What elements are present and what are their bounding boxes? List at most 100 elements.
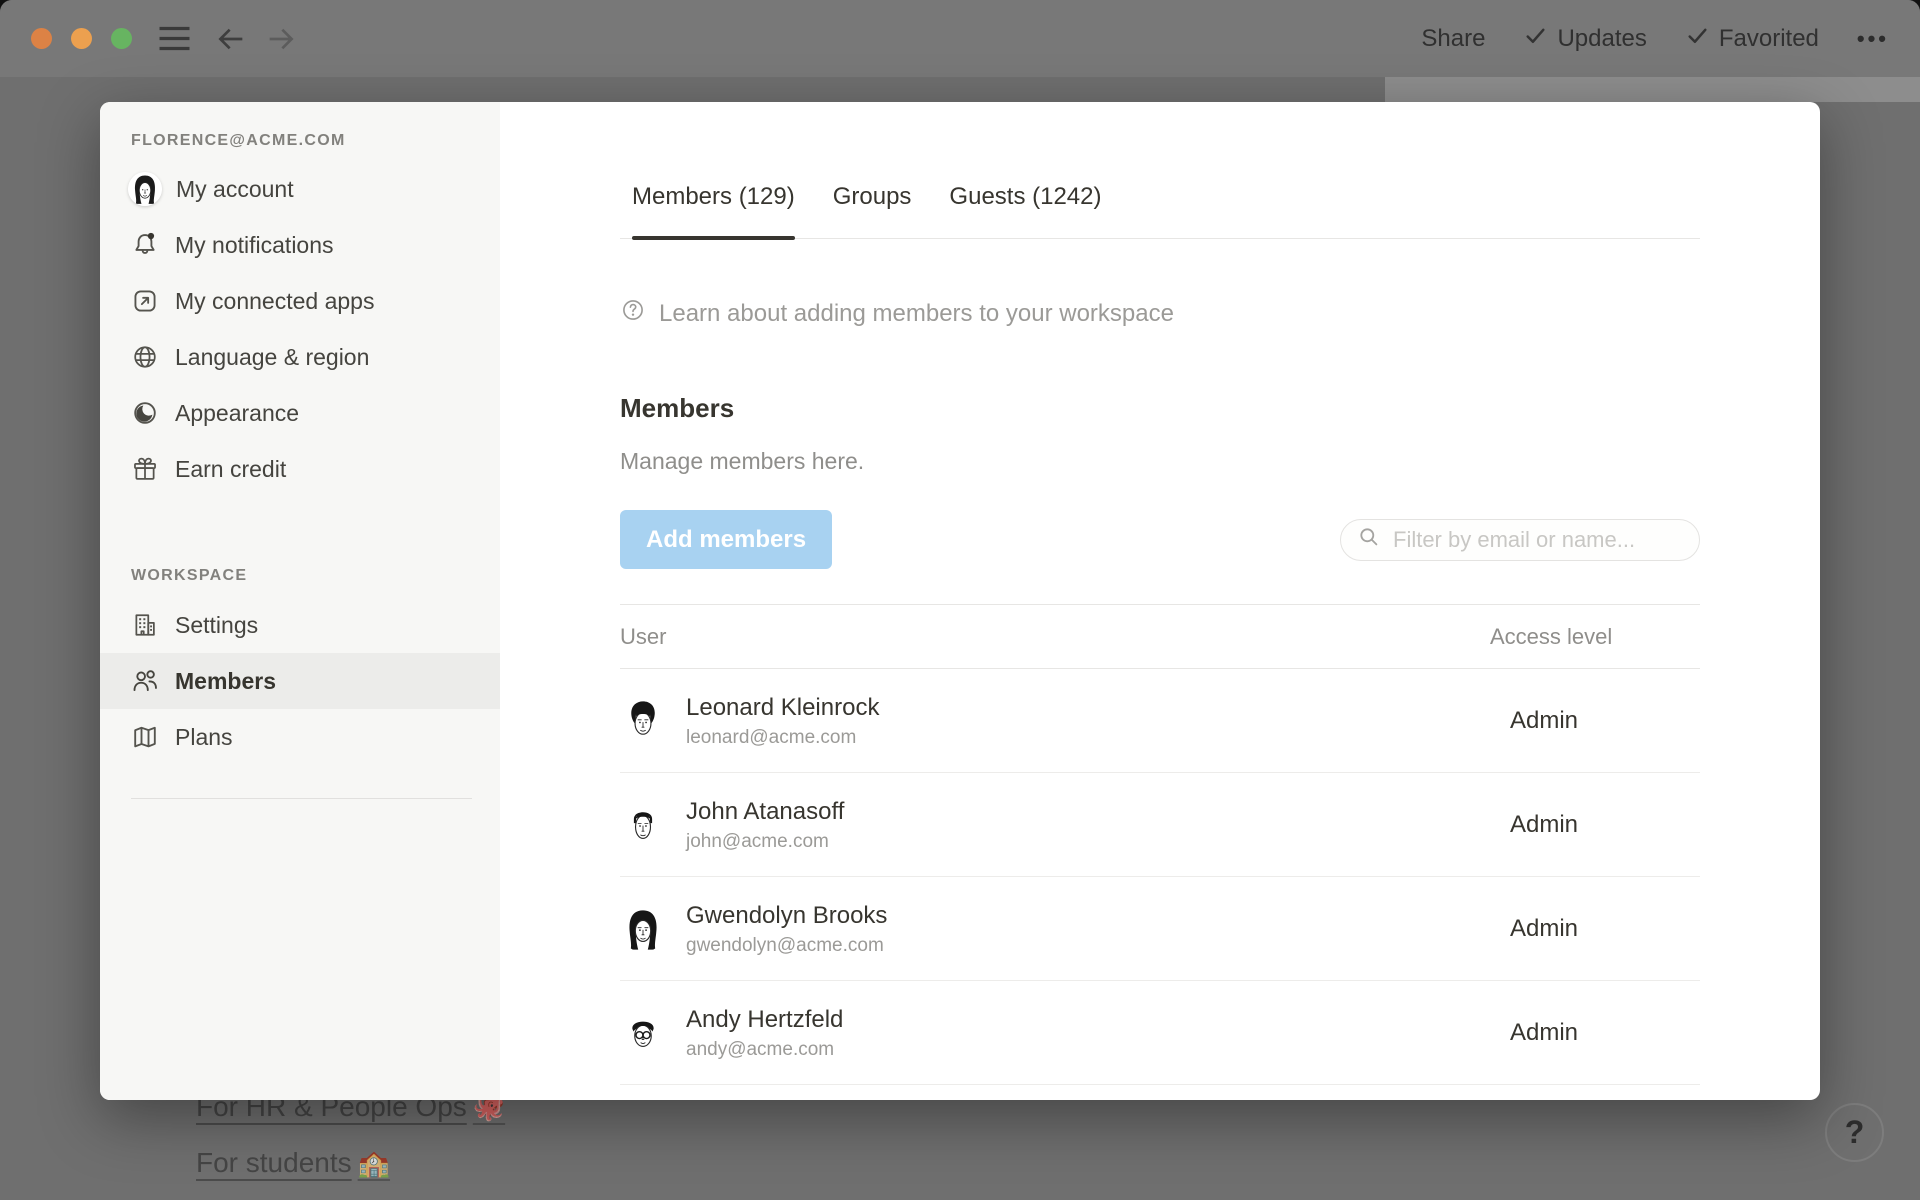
titlebar-actions: Share Updates Favorited •••: [1421, 23, 1889, 55]
access-level-dropdown[interactable]: Admin: [1490, 811, 1700, 839]
user-email: andy@acme.com: [686, 1039, 843, 1061]
user-cell: John Atanasoff john@acme.com: [620, 797, 1490, 853]
bell-icon: [131, 231, 159, 259]
user-info: Andy Hertzfeld andy@acme.com: [686, 1005, 843, 1061]
updates-label: Updates: [1557, 25, 1646, 53]
check-icon: [1523, 23, 1548, 55]
account-section: My account My notifications: [100, 161, 500, 497]
sidebar-item-label: Members: [175, 668, 276, 695]
sidebar-item-label: Plans: [175, 724, 233, 751]
sidebar-item-language-region[interactable]: Language & region: [100, 329, 500, 385]
sidebar-divider: [131, 798, 472, 799]
check-icon: [1685, 23, 1710, 55]
user-cell: Andy Hertzfeld andy@acme.com: [620, 1005, 1490, 1061]
moon-icon: [131, 399, 159, 427]
share-label: Share: [1421, 25, 1485, 53]
avatar: [620, 1010, 666, 1056]
favorited-button[interactable]: Favorited: [1685, 23, 1819, 55]
user-cell: Leonard Kleinrock leonard@acme.com: [620, 693, 1490, 749]
school-emoji: 🏫: [358, 1148, 390, 1178]
back-icon[interactable]: [215, 23, 247, 55]
app-window: Share Updates Favorited ••• For HR & Peo…: [0, 0, 1920, 1200]
dimmed-backdrop: For HR & People Ops🐙 For students🏫 ? FLO…: [0, 77, 1920, 1200]
access-level-dropdown[interactable]: Admin: [1490, 707, 1700, 735]
sidebar-item-label: My account: [176, 176, 294, 203]
members-actions-row: Add members: [620, 510, 1700, 569]
page-background-strip: [1385, 77, 1920, 102]
column-header-access-level: Access level: [1490, 624, 1700, 650]
search-icon: [1357, 525, 1381, 554]
close-window-button[interactable]: [31, 28, 52, 49]
access-level-dropdown[interactable]: Admin: [1490, 915, 1700, 943]
question-circle-icon: [620, 297, 646, 330]
learn-link-label: Learn about adding members to your works…: [659, 300, 1174, 328]
avatar: [620, 698, 666, 744]
sidebar-item-my-connected-apps[interactable]: My connected apps: [100, 273, 500, 329]
favorited-label: Favorited: [1719, 25, 1819, 53]
table-row[interactable]: Andy Hertzfeld andy@acme.com Admin: [620, 981, 1700, 1085]
table-row[interactable]: Gwendolyn Brooks gwendolyn@acme.com Admi…: [620, 877, 1700, 981]
members-tabs: Members (129) Groups Guests (1242): [620, 182, 1700, 239]
link-for-students[interactable]: For students🏫: [196, 1147, 505, 1179]
updates-button[interactable]: Updates: [1523, 23, 1646, 55]
sidebar-item-label: Language & region: [175, 344, 369, 371]
minimize-window-button[interactable]: [71, 28, 92, 49]
background-page-links: For HR & People Ops🐙 For students🏫: [196, 1091, 505, 1200]
share-button[interactable]: Share: [1421, 25, 1485, 53]
user-email: gwendolyn@acme.com: [686, 935, 887, 957]
sidebar-item-label: Settings: [175, 612, 258, 639]
section-title: Members: [620, 392, 1700, 424]
settings-sidebar: FLORENCE@ACME.COM My accou: [100, 102, 500, 1100]
sidebar-item-appearance[interactable]: Appearance: [100, 385, 500, 441]
sidebar-item-my-account[interactable]: My account: [100, 161, 500, 217]
sidebar-item-earn-credit[interactable]: Earn credit: [100, 441, 500, 497]
user-name: Andy Hertzfeld: [686, 1005, 843, 1034]
section-subtitle: Manage members here.: [620, 447, 1700, 475]
add-members-button[interactable]: Add members: [620, 510, 832, 569]
user-info: John Atanasoff john@acme.com: [686, 797, 844, 853]
user-email: john@acme.com: [686, 831, 844, 853]
filter-members-input[interactable]: [1393, 527, 1683, 553]
user-email: leonard@acme.com: [686, 727, 879, 749]
sidebar-item-label: My connected apps: [175, 288, 374, 315]
avatar: [620, 802, 666, 848]
traffic-lights: [31, 28, 132, 49]
column-header-user: User: [620, 624, 1490, 650]
learn-about-members-link[interactable]: Learn about adding members to your works…: [620, 297, 1174, 330]
table-row[interactable]: John Atanasoff john@acme.com Admin: [620, 773, 1700, 877]
filter-input-container: [1340, 519, 1700, 561]
tab-groups[interactable]: Groups: [833, 182, 912, 238]
arrow-out-square-icon: [131, 287, 159, 315]
settings-modal: FLORENCE@ACME.COM My accou: [100, 102, 1820, 1100]
user-info: Leonard Kleinrock leonard@acme.com: [686, 693, 879, 749]
tab-members[interactable]: Members (129): [632, 182, 795, 238]
workspace-section: Settings Members: [100, 597, 500, 765]
workspace-header: WORKSPACE: [131, 567, 500, 585]
forward-icon[interactable]: [265, 23, 297, 55]
user-name: Gwendolyn Brooks: [686, 901, 887, 930]
sidebar-item-label: Appearance: [175, 400, 299, 427]
members-table-header: User Access level: [620, 604, 1700, 669]
sidebar-item-label: Earn credit: [175, 456, 286, 483]
sidebar-item-plans[interactable]: Plans: [100, 709, 500, 765]
avatar: [620, 906, 666, 952]
gift-icon: [131, 455, 159, 483]
sidebar-item-my-notifications[interactable]: My notifications: [100, 217, 500, 273]
building-icon: [131, 611, 159, 639]
user-name: Leonard Kleinrock: [686, 693, 879, 722]
user-avatar: [128, 172, 162, 206]
tab-guests[interactable]: Guests (1242): [949, 182, 1101, 238]
user-name: John Atanasoff: [686, 797, 844, 826]
zoom-window-button[interactable]: [111, 28, 132, 49]
help-button[interactable]: ?: [1825, 1103, 1884, 1162]
map-icon: [131, 723, 159, 751]
members-settings-content: Members (129) Groups Guests (1242) Learn…: [500, 102, 1820, 1100]
access-level-dropdown[interactable]: Admin: [1490, 1019, 1700, 1047]
sidebar-item-settings[interactable]: Settings: [100, 597, 500, 653]
sidebar-menu-icon[interactable]: [158, 25, 191, 52]
more-options-button[interactable]: •••: [1857, 26, 1889, 52]
sidebar-item-members[interactable]: Members: [100, 653, 500, 709]
globe-icon: [131, 343, 159, 371]
sidebar-item-label: My notifications: [175, 232, 334, 259]
table-row[interactable]: Leonard Kleinrock leonard@acme.com Admin: [620, 669, 1700, 773]
